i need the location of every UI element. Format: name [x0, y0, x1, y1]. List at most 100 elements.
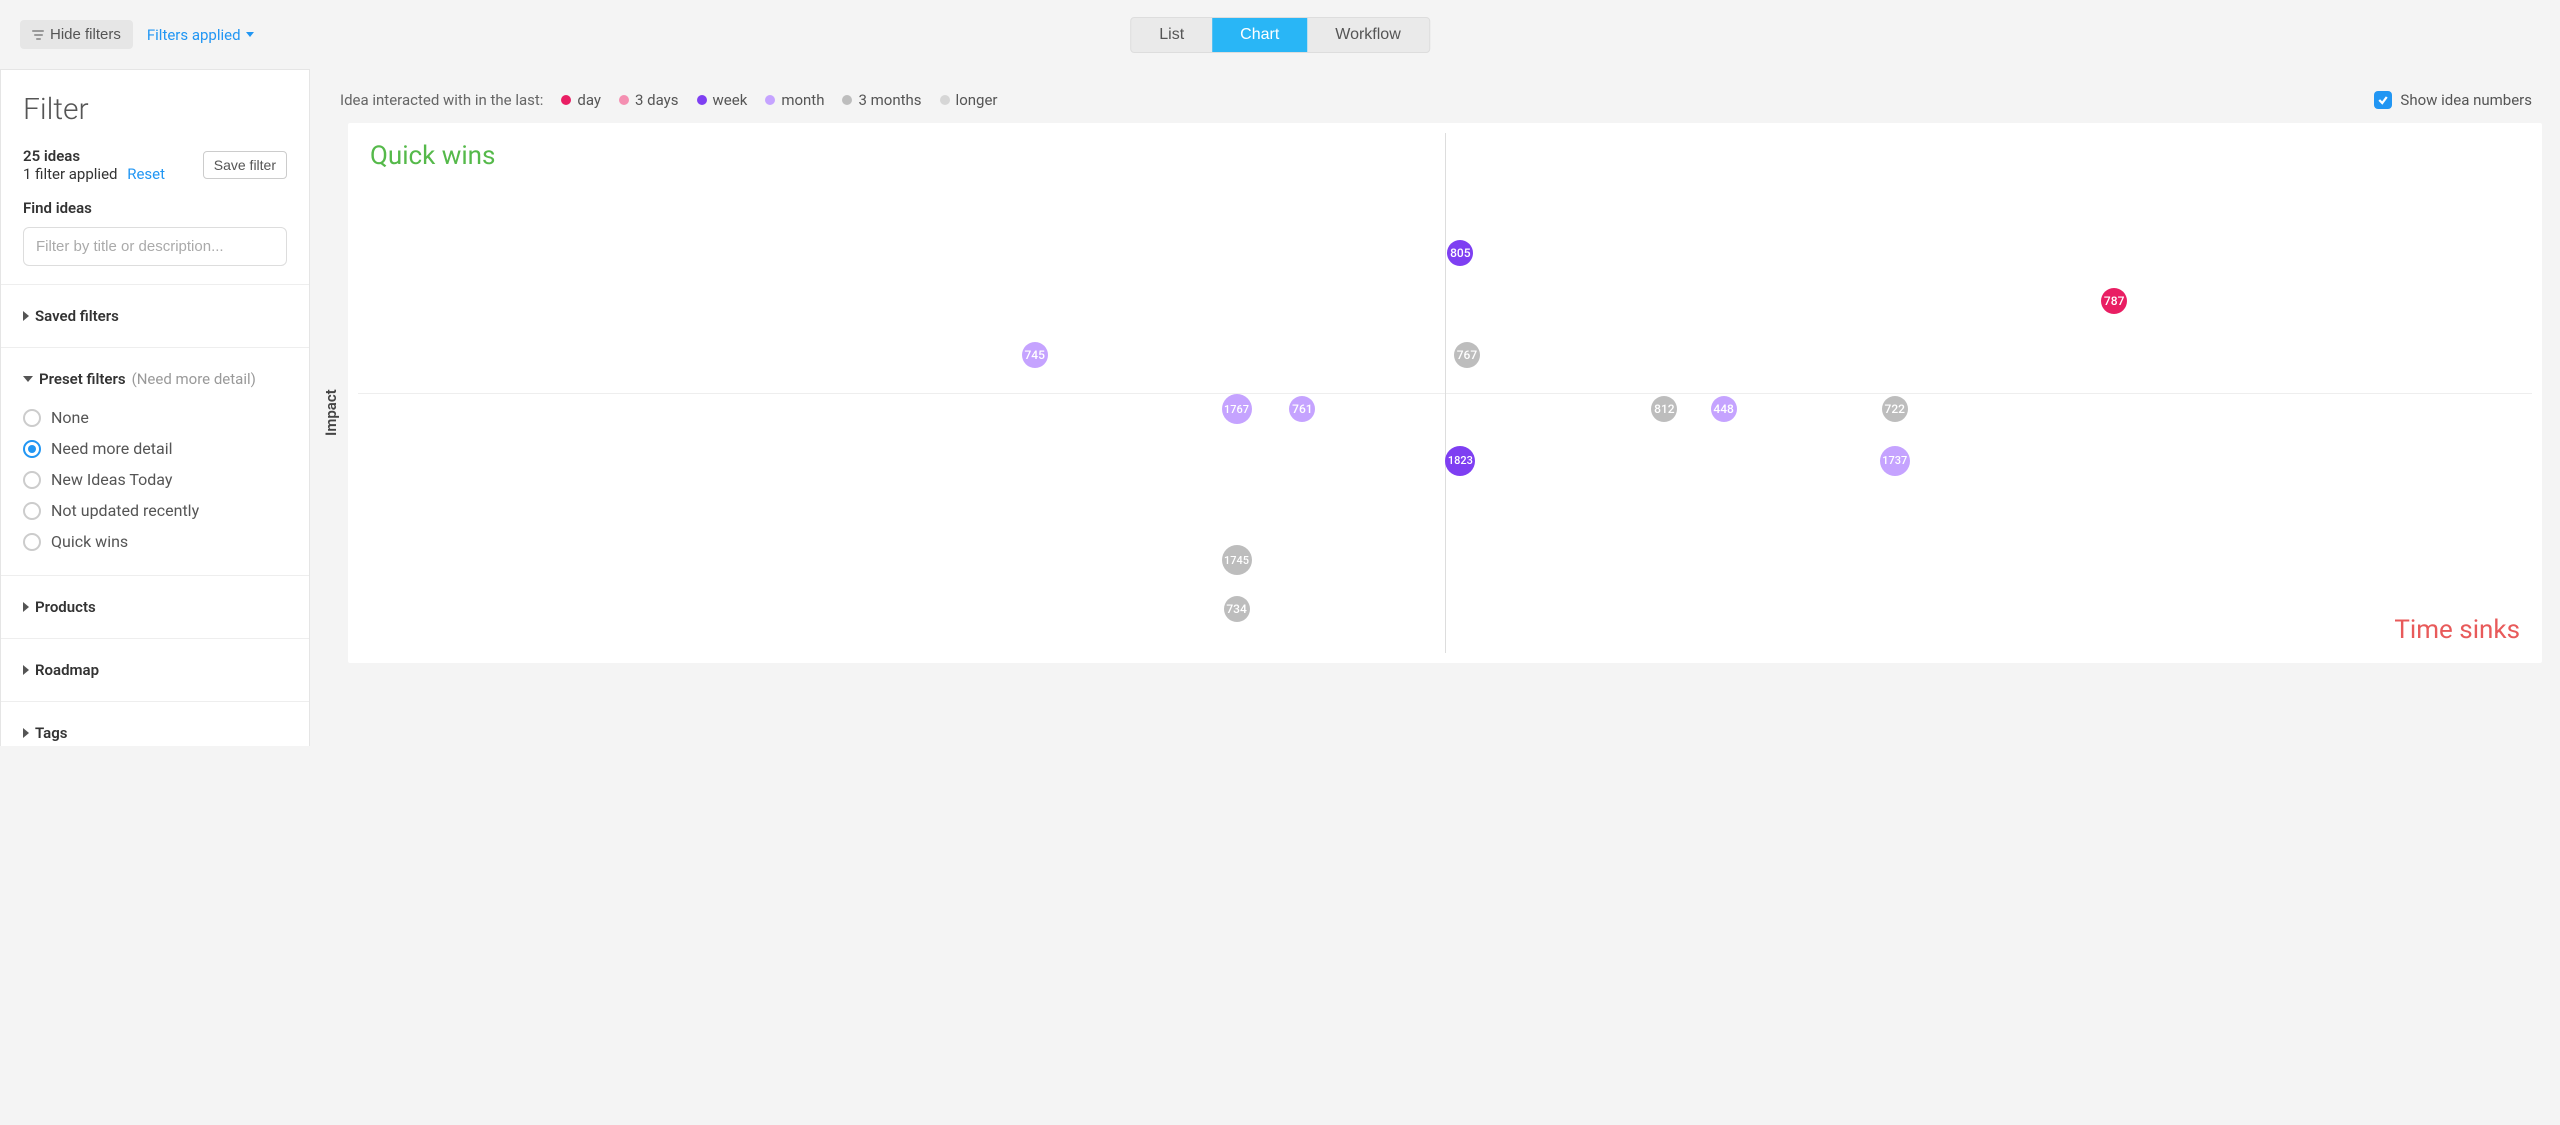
- idea-bubble[interactable]: 1745: [1222, 545, 1252, 575]
- filter-icon: [32, 30, 44, 40]
- preset-filters-section[interactable]: Preset filters (Need more detail): [23, 366, 287, 392]
- chart-wrap: Impact Quick wins Time sinks 805 787 745 76…: [318, 123, 2542, 663]
- quadrant-label-time-sinks: Time sinks: [2394, 615, 2520, 645]
- idea-bubble[interactable]: 787: [2101, 288, 2127, 314]
- legend-item[interactable]: week: [697, 91, 748, 109]
- sidebar-title: Filter: [23, 92, 287, 127]
- roadmap-label: Roadmap: [35, 661, 99, 679]
- chevron-right-icon: [23, 602, 29, 612]
- legend-item[interactable]: longer: [940, 91, 998, 109]
- main-content: Idea interacted with in the last: day3 d…: [310, 69, 2560, 746]
- preset-option[interactable]: None: [23, 402, 287, 433]
- products-label: Products: [35, 598, 96, 616]
- y-axis-label: Impact: [318, 123, 344, 663]
- tab-workflow[interactable]: Workflow: [1307, 18, 1429, 52]
- divider: [1, 284, 309, 285]
- radio-icon: [23, 502, 41, 520]
- legend-item[interactable]: month: [765, 91, 824, 109]
- idea-bubble[interactable]: 1823: [1445, 446, 1475, 476]
- divider: [1, 701, 309, 702]
- idea-bubble[interactable]: 734: [1224, 596, 1250, 622]
- idea-bubble[interactable]: 448: [1711, 396, 1737, 422]
- tab-list[interactable]: List: [1131, 18, 1212, 52]
- chevron-right-icon: [23, 311, 29, 321]
- legend-dot-icon: [940, 95, 950, 105]
- legend-item-label: 3 months: [858, 91, 921, 109]
- preset-filters-sublabel: (Need more detail): [132, 370, 256, 388]
- radio-icon: [23, 409, 41, 427]
- divider: [1, 347, 309, 348]
- main-layout: Filter 25 ideas 1 filter applied Reset S…: [0, 69, 2560, 746]
- hide-filters-button[interactable]: Hide filters: [20, 20, 133, 49]
- tab-chart[interactable]: Chart: [1212, 18, 1307, 52]
- idea-bubble[interactable]: 745: [1022, 342, 1048, 368]
- show-idea-numbers-label: Show idea numbers: [2400, 91, 2532, 109]
- legend-item[interactable]: 3 days: [619, 91, 679, 109]
- radio-icon: [23, 471, 41, 489]
- divider: [1, 638, 309, 639]
- preset-option[interactable]: Not updated recently: [23, 495, 287, 526]
- view-tabs: List Chart Workflow: [1130, 17, 1430, 53]
- filters-applied-dropdown[interactable]: Filters applied: [147, 26, 254, 44]
- preset-option-label: Quick wins: [51, 532, 128, 551]
- tags-section[interactable]: Tags: [23, 720, 287, 746]
- idea-bubble[interactable]: 805: [1447, 240, 1473, 266]
- preset-option-label: Need more detail: [51, 439, 172, 458]
- ideas-count: 25 ideas: [23, 147, 80, 165]
- idea-bubble[interactable]: 761: [1289, 396, 1315, 422]
- topbar: Hide filters Filters applied List Chart …: [0, 0, 2560, 69]
- filter-sidebar: Filter 25 ideas 1 filter applied Reset S…: [0, 69, 310, 746]
- legend-item-label: day: [577, 91, 601, 109]
- legend-item-label: week: [713, 91, 748, 109]
- roadmap-section[interactable]: Roadmap: [23, 657, 287, 683]
- idea-bubble[interactable]: 1737: [1880, 446, 1910, 476]
- legend-item[interactable]: day: [561, 91, 601, 109]
- saved-filters-label: Saved filters: [35, 307, 119, 325]
- preset-option-label: New Ideas Today: [51, 470, 172, 489]
- filters-applied-count: 1 filter applied: [23, 165, 118, 183]
- idea-bubble[interactable]: 1767: [1222, 394, 1252, 424]
- quadrant-label-quick-wins: Quick wins: [370, 141, 495, 171]
- legend-dot-icon: [765, 95, 775, 105]
- chevron-down-icon: [246, 32, 254, 37]
- legend-dot-icon: [619, 95, 629, 105]
- radio-icon: [23, 533, 41, 551]
- impact-chart[interactable]: Quick wins Time sinks 805 787 745 767 1767 76…: [348, 123, 2542, 663]
- preset-filters-label: Preset filters: [39, 370, 126, 388]
- counts: 25 ideas 1 filter applied Reset: [23, 147, 165, 183]
- legend-item-label: 3 days: [635, 91, 679, 109]
- legend-item[interactable]: 3 months: [842, 91, 921, 109]
- preset-option-label: Not updated recently: [51, 501, 199, 520]
- save-filter-button[interactable]: Save filter: [203, 151, 287, 179]
- preset-option-label: None: [51, 408, 89, 427]
- idea-bubble[interactable]: 722: [1882, 396, 1908, 422]
- legend-item-label: month: [781, 91, 824, 109]
- chevron-right-icon: [23, 665, 29, 675]
- legend-item-label: longer: [956, 91, 998, 109]
- tags-label: Tags: [35, 724, 68, 742]
- search-input[interactable]: [23, 227, 287, 266]
- idea-bubble[interactable]: 767: [1454, 342, 1480, 368]
- saved-filters-section[interactable]: Saved filters: [23, 303, 287, 329]
- preset-option[interactable]: Need more detail: [23, 433, 287, 464]
- preset-option[interactable]: Quick wins: [23, 526, 287, 557]
- reset-filters-link[interactable]: Reset: [127, 165, 165, 183]
- counts-row: 25 ideas 1 filter applied Reset Save fil…: [23, 147, 287, 183]
- chart-vertical-axis: [1445, 133, 1446, 653]
- chevron-right-icon: [23, 728, 29, 738]
- checkbox-checked-icon: [2374, 91, 2392, 109]
- preset-filters-list: None Need more detail New Ideas Today Not u…: [23, 402, 287, 557]
- preset-option[interactable]: New Ideas Today: [23, 464, 287, 495]
- divider: [1, 575, 309, 576]
- legend-dot-icon: [561, 95, 571, 105]
- radio-icon: [23, 440, 41, 458]
- legend-dot-icon: [842, 95, 852, 105]
- products-section[interactable]: Products: [23, 594, 287, 620]
- legend-dot-icon: [697, 95, 707, 105]
- idea-bubble[interactable]: 812: [1651, 396, 1677, 422]
- find-ideas-label: Find ideas: [23, 199, 287, 217]
- show-idea-numbers-toggle[interactable]: Show idea numbers: [2374, 91, 2532, 109]
- filters-applied-label: Filters applied: [147, 26, 241, 44]
- chevron-down-icon: [23, 376, 33, 382]
- legend-row: Idea interacted with in the last: day3 d…: [318, 77, 2542, 123]
